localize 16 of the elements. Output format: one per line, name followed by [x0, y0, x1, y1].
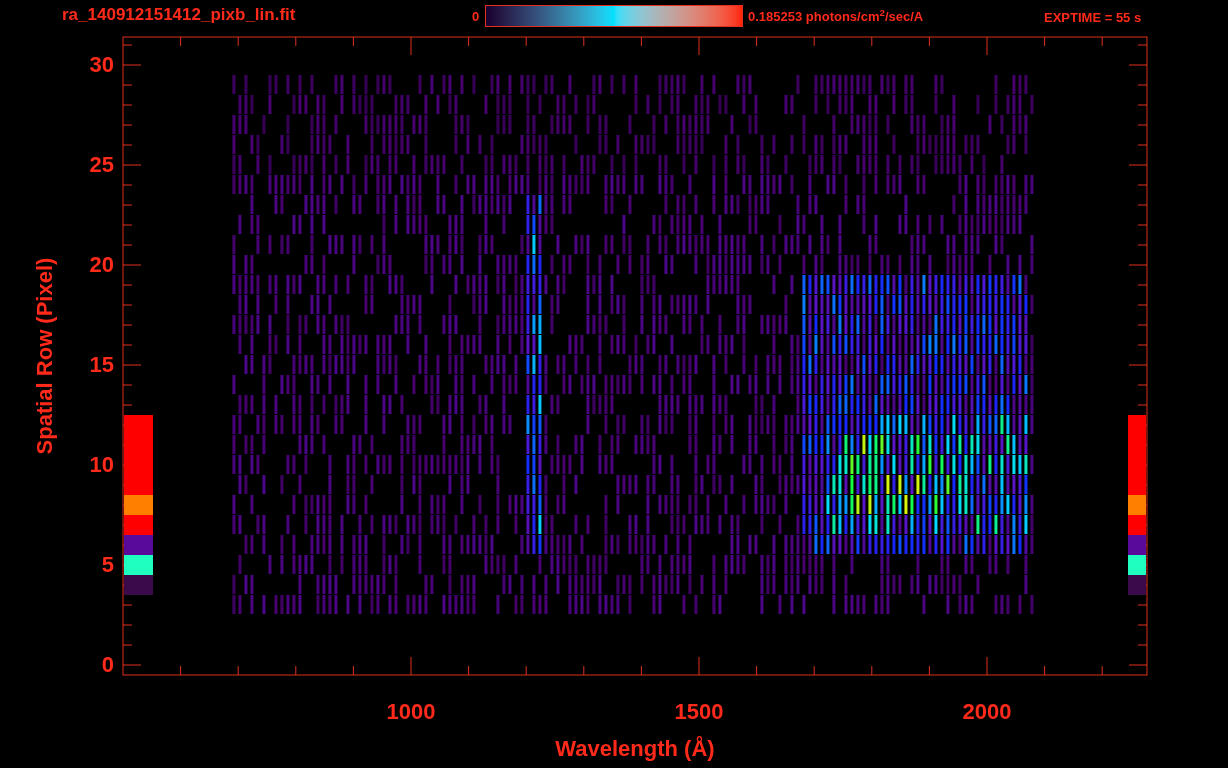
y-axis-label: Spatial Row (Pixel) [34, 256, 56, 457]
y-tick-label: 20 [88, 254, 114, 276]
file-title: ra_140912151412_pixb_lin.fit [62, 6, 296, 23]
y-tick-label: 15 [88, 354, 114, 376]
y-tick-label: 10 [88, 454, 114, 476]
colorbar-min-label: 0 [472, 10, 480, 23]
x-tick-label: 2000 [961, 701, 1013, 723]
y-tick-label: 25 [88, 154, 114, 176]
exposure-time: EXPTIME = 55 s [1044, 11, 1142, 24]
y-tick-label: 30 [88, 54, 114, 76]
y-tick-label: 0 [100, 654, 114, 676]
x-tick-label: 1000 [385, 701, 437, 723]
x-tick-label: 1500 [673, 701, 725, 723]
y-tick-label: 5 [100, 554, 114, 576]
x-axis-label: Wavelength (Å) [554, 738, 716, 760]
colorbar-max-label: 0.185253 photons/cm$^{2}$/sec/A [748, 10, 924, 23]
